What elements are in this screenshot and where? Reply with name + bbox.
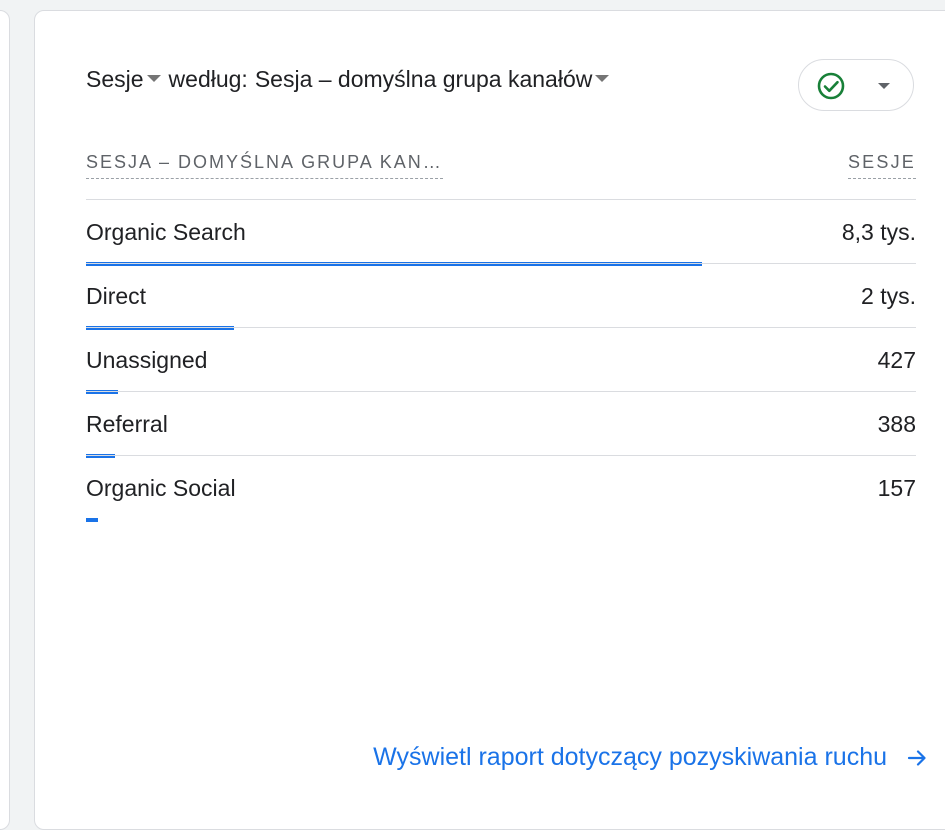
row-label: Direct bbox=[86, 283, 147, 309]
view-acquisition-report-link[interactable]: Wyświetl raport dotyczący pozyskiwania r… bbox=[373, 743, 929, 772]
row-label: Referral bbox=[86, 411, 168, 437]
column-header-metric[interactable]: SESJE bbox=[847, 152, 916, 179]
table-row: Unassigned 427 bbox=[86, 327, 916, 394]
table-row: Organic Social 157 bbox=[86, 455, 916, 522]
row-value: 157 bbox=[877, 475, 916, 501]
row-label: Unassigned bbox=[86, 347, 208, 373]
row-label: Organic Social bbox=[86, 475, 236, 501]
status-caret-icon bbox=[878, 83, 890, 89]
adjacent-card bbox=[0, 10, 10, 830]
row-value: 2 tys. bbox=[861, 283, 916, 309]
dimension-dropdown[interactable]: Sesja – domyślna grupa kanałów bbox=[255, 66, 616, 93]
table-row: Organic Search 8,3 tys. bbox=[86, 199, 916, 266]
column-header-dimension[interactable]: SESJA – DOMYŚLNA GRUPA KAN… bbox=[86, 152, 443, 179]
footer-link-label: Wyświetl raport dotyczący pozyskiwania r… bbox=[373, 743, 887, 771]
row-value: 427 bbox=[877, 347, 916, 373]
check-circle-icon bbox=[817, 72, 845, 100]
by-label: według: bbox=[168, 65, 248, 92]
dimension-dropdown-caret-icon bbox=[595, 74, 610, 82]
channel-table: Organic Search 8,3 tys. Direct 2 tys. Un… bbox=[86, 199, 916, 522]
metric-dropdown[interactable]: Sesje bbox=[86, 66, 167, 93]
row-value: 8,3 tys. bbox=[841, 219, 916, 245]
arrow-right-icon bbox=[907, 749, 926, 766]
metric-dropdown-caret-icon bbox=[146, 74, 161, 82]
row-bar bbox=[86, 518, 98, 522]
table-row: Referral 388 bbox=[86, 391, 916, 458]
row-value: 388 bbox=[877, 411, 916, 437]
metric-dropdown-label: Sesje bbox=[86, 65, 144, 92]
card-title: Sesje według: Sesja – domyślna grupa kan… bbox=[86, 64, 615, 94]
table-row: Direct 2 tys. bbox=[86, 263, 916, 330]
row-label: Organic Search bbox=[86, 219, 246, 245]
dimension-dropdown-label: Sesja – domyślna grupa kanałów bbox=[254, 65, 593, 92]
status-dropdown-button[interactable] bbox=[798, 59, 914, 111]
